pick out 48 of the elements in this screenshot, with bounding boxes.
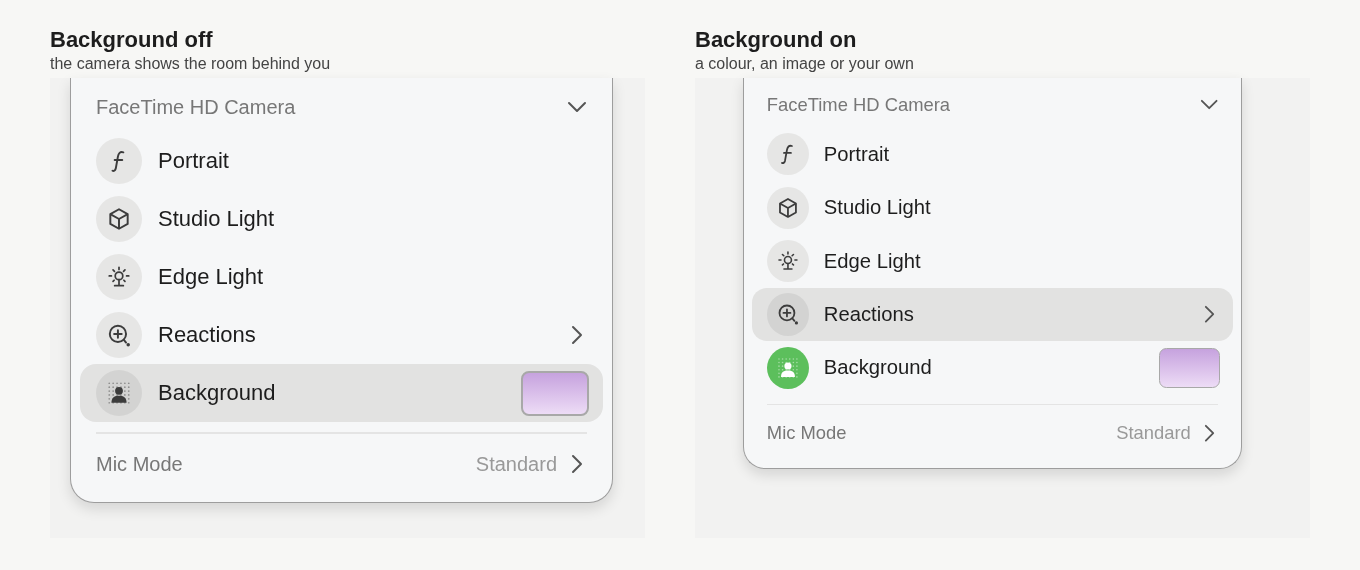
panel-title: Background on bbox=[695, 27, 858, 53]
mic-mode-item[interactable]: Mic Mode Standard bbox=[752, 405, 1234, 461]
menu-item[interactable]: Studio Light bbox=[80, 190, 603, 248]
menu-item-label: Background bbox=[158, 380, 277, 406]
menu-item[interactable]: Reactions bbox=[80, 306, 603, 364]
person-icon bbox=[106, 380, 132, 406]
menu-item-label: Reactions bbox=[158, 322, 257, 348]
magnifier-plus-icon bbox=[776, 302, 800, 327]
chevron-right-icon bbox=[1203, 305, 1215, 324]
chevron-right-icon bbox=[1203, 423, 1215, 443]
mic-mode-label: Mic Mode bbox=[766, 422, 848, 445]
menu-item-label: Edge Light bbox=[158, 264, 265, 290]
camera-name: FaceTime HD Camera bbox=[766, 93, 951, 116]
menu-item[interactable]: Background bbox=[80, 364, 603, 422]
menu-item[interactable]: Edge Light bbox=[80, 248, 603, 306]
panel-subtitle: a colour, an image or your own bbox=[695, 54, 915, 74]
cube-icon bbox=[776, 195, 800, 220]
lamp-icon bbox=[776, 249, 800, 273]
menu-item[interactable]: Portrait bbox=[80, 132, 603, 190]
menu-item-label: Studio Light bbox=[158, 206, 276, 232]
menu-item-label: Portrait bbox=[823, 142, 891, 166]
menu-item[interactable]: Portrait bbox=[752, 127, 1234, 181]
mic-mode-label: Mic Mode bbox=[96, 452, 184, 476]
menu-item-label: Portrait bbox=[158, 148, 230, 174]
person-icon bbox=[776, 355, 800, 380]
mic-mode-item[interactable]: Mic Mode Standard bbox=[80, 434, 603, 494]
panel-subtitle: the camera shows the room behind you bbox=[50, 54, 332, 74]
menu-item-label: Studio Light bbox=[823, 196, 932, 220]
menu-item[interactable]: Edge Light bbox=[752, 234, 1234, 288]
menu-item[interactable]: Studio Light bbox=[752, 181, 1234, 235]
cube-icon bbox=[106, 206, 132, 232]
menu-item-label: Edge Light bbox=[823, 249, 922, 273]
menu-item[interactable]: Reactions bbox=[752, 287, 1234, 342]
panel-title: Background off bbox=[50, 27, 214, 53]
magnifier-plus-icon bbox=[106, 322, 132, 348]
menu-item-label: Reactions bbox=[823, 302, 915, 326]
chevron-right-icon bbox=[571, 325, 583, 345]
colour-swatch[interactable] bbox=[1159, 347, 1221, 388]
chevron-down-icon[interactable] bbox=[567, 101, 587, 113]
lamp-icon bbox=[106, 264, 132, 290]
mic-mode-value: Standard bbox=[1116, 422, 1191, 445]
menu-item[interactable]: Background bbox=[752, 341, 1234, 395]
camera-name: FaceTime HD Camera bbox=[96, 95, 296, 119]
chevron-right-icon bbox=[571, 454, 583, 474]
menu-item-label: Background bbox=[823, 356, 933, 380]
chevron-down-icon[interactable] bbox=[1200, 99, 1219, 111]
mic-mode-value: Standard bbox=[475, 452, 557, 476]
colour-swatch[interactable] bbox=[521, 370, 589, 416]
